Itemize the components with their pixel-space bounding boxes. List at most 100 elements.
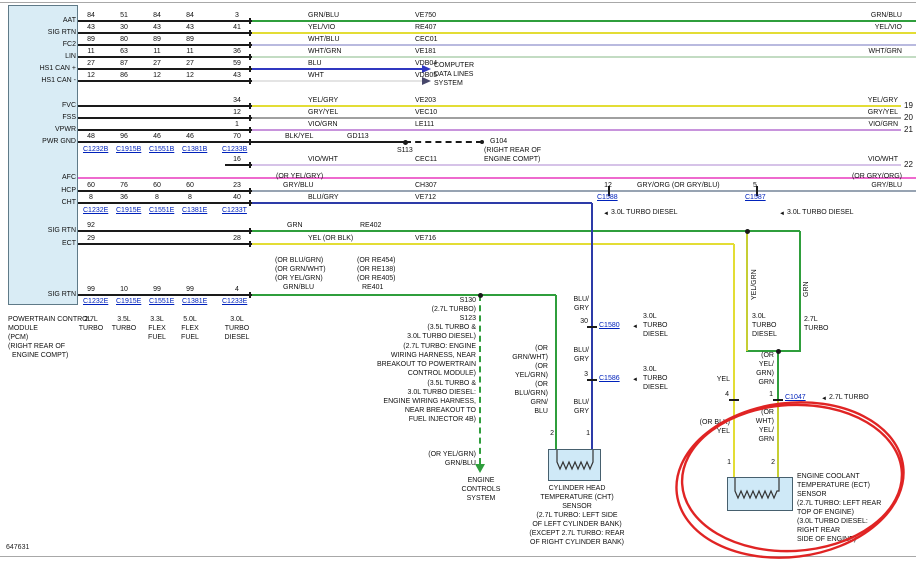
system-ref-label: SYSTEM	[467, 495, 496, 503]
wire-color-label: GRY	[574, 356, 589, 364]
connector-link[interactable]: C1587	[745, 194, 766, 202]
connector-link[interactable]: C1915E	[116, 298, 141, 306]
engine-variant-label: DIESEL	[752, 331, 777, 339]
wire-color-label: (OR	[535, 345, 548, 353]
pin-number: 40	[233, 194, 241, 202]
splice-s113	[403, 140, 408, 145]
connector-tick	[249, 18, 251, 24]
pcm-pin-label: ECT	[62, 240, 76, 248]
pcm-pin-label: SIG RTN	[48, 291, 76, 299]
wire-color-label: VIO/GRN	[308, 121, 338, 129]
wire-segment	[733, 244, 735, 477]
engine-variant-label: 3.0L	[643, 313, 657, 321]
pin-number: 23	[233, 182, 241, 190]
pin-number: 76	[120, 182, 128, 190]
pin-number: 43	[87, 24, 95, 32]
connector-link[interactable]: C1381B	[182, 146, 207, 154]
system-ref-label: ENGINE	[468, 477, 495, 485]
connector-link[interactable]: C1233T	[222, 207, 247, 215]
pcm-pin-label: HCP	[61, 187, 76, 195]
page-ref-number: 19	[904, 102, 913, 110]
pin-number: 8	[155, 194, 159, 202]
connector-tick	[587, 326, 597, 328]
wire-segment	[78, 105, 252, 107]
connector-link[interactable]: C1232E	[83, 298, 108, 306]
pin-number: 70	[233, 133, 241, 141]
wire-segment	[78, 230, 252, 232]
splice-note: BREAKOUT TO POWERTRAIN	[377, 361, 476, 369]
splice-note: (2.7L TURBO)	[432, 306, 476, 314]
pcm-pin-label: PWR GND	[42, 138, 76, 146]
connector-link[interactable]: C1915E	[116, 207, 141, 215]
splice-note: 3.0L TURBO DIESEL)	[407, 333, 476, 341]
connector-link[interactable]: C1915B	[116, 146, 141, 154]
sensor-caption: SENSOR	[797, 491, 827, 499]
wire-color-label: (OR YEL/GRY)	[276, 173, 323, 181]
wire-color-label: BLU	[534, 408, 548, 416]
connector-tick	[249, 228, 251, 234]
wire-color-label: YEL/GRY	[308, 97, 338, 105]
connector-link[interactable]: C1580	[599, 322, 620, 330]
wire-segment	[252, 141, 405, 143]
engine-variant-label: 2.7L	[804, 316, 818, 324]
pin-number: 46	[186, 133, 194, 141]
window-border-bottom	[0, 556, 916, 557]
pin-number: 2	[771, 459, 775, 467]
diagram-id: 647631	[6, 544, 29, 552]
connector-link[interactable]: C1551B	[149, 146, 174, 154]
pin-number: 60	[87, 182, 95, 190]
wire-segment	[78, 141, 252, 143]
wire-segment	[252, 243, 734, 245]
wire-color-label: (OR YEL/GRN)	[275, 275, 323, 283]
ect-sensor	[727, 477, 793, 511]
connector-tick	[249, 78, 251, 84]
engine-variant-label: TURBO	[752, 322, 777, 330]
pin-number: 80	[120, 36, 128, 44]
pcm-pin-label: SIG RTN	[48, 227, 76, 235]
splice-note: (3.5L TURBO &	[427, 380, 476, 388]
system-ref-label: COMPUTER	[434, 62, 474, 70]
pin-number: 99	[153, 286, 161, 294]
pin-number: 16	[233, 156, 241, 164]
connector-link[interactable]: C1233B	[222, 146, 247, 154]
connector-link[interactable]: C1232E	[83, 207, 108, 215]
connector-tick	[249, 115, 251, 121]
pin-number: 12	[186, 72, 194, 80]
wire-segment	[78, 20, 252, 22]
connector-link[interactable]: C1551E	[149, 207, 174, 215]
wire-color-label: (OR	[761, 409, 774, 417]
sensor-caption: (3.0L TURBO DIESEL:	[797, 518, 868, 526]
pcm-box	[8, 5, 78, 305]
wire-color-label: VIO/GRN	[868, 121, 898, 129]
pin-number: 1	[235, 121, 239, 129]
wire-color-label: BLK/YEL	[285, 133, 313, 141]
pcm-pin-label: LIN	[65, 53, 76, 61]
pin-number: 86	[120, 72, 128, 80]
page-ref-number: 22	[904, 161, 913, 169]
engine-variant-label: TURBO	[225, 325, 250, 333]
wire-color-label: GRN/	[531, 399, 549, 407]
connector-link[interactable]: C1232B	[83, 146, 108, 154]
system-ref-label: DATA LINES	[434, 71, 473, 79]
wire-color-label: YEL/GRN	[751, 269, 759, 300]
sensor-caption: (2.7L TURBO: LEFT REAR	[797, 500, 881, 508]
system-ref-label: CONTROLS	[462, 486, 501, 494]
wire-color-label: GRN/BLU	[283, 284, 314, 292]
connector-link[interactable]: C1233E	[222, 298, 247, 306]
pin-number: 96	[120, 133, 128, 141]
connector-link[interactable]: C1047	[785, 394, 806, 402]
wire-segment	[78, 243, 252, 245]
wire-segment	[799, 231, 801, 351]
pin-number: 59	[233, 60, 241, 68]
connector-link[interactable]: C1381E	[182, 298, 207, 306]
connector-link[interactable]: C1588	[597, 194, 618, 202]
pin-number: 89	[186, 36, 194, 44]
pin-number: 1	[769, 391, 773, 399]
connector-link[interactable]: C1551E	[149, 298, 174, 306]
engine-variant-label: DIESEL	[643, 331, 668, 339]
wire-segment	[746, 231, 748, 351]
wire-color-label: WHT/GRN	[308, 48, 341, 56]
wire-color-label: (OR	[761, 352, 774, 360]
connector-link[interactable]: C1586	[599, 375, 620, 383]
connector-link[interactable]: C1381E	[182, 207, 207, 215]
